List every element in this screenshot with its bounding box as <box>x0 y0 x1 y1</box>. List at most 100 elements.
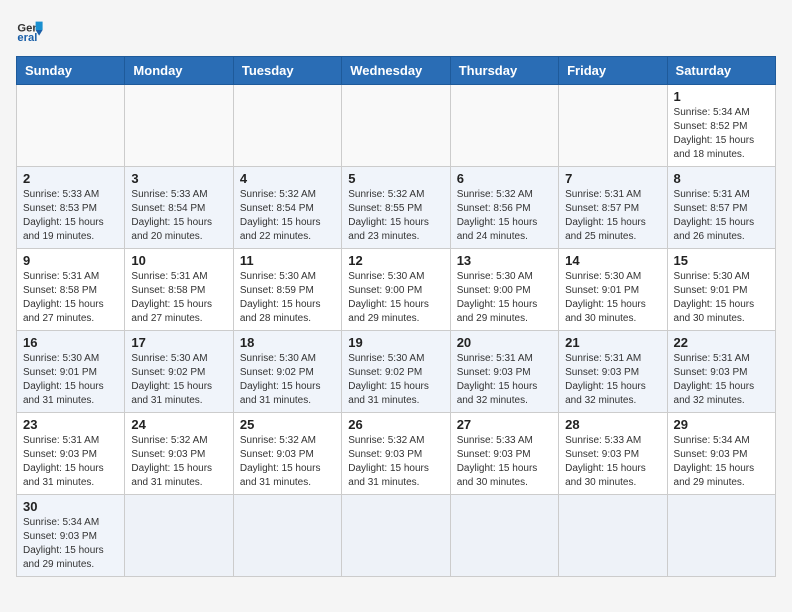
calendar-cell <box>233 495 341 577</box>
day-info: Sunrise: 5:30 AM Sunset: 9:01 PM Dayligh… <box>565 270 660 326</box>
day-info: Sunrise: 5:32 AM Sunset: 9:03 PM Dayligh… <box>131 434 226 490</box>
calendar-cell: 1 Sunrise: 5:34 AM Sunset: 8:52 PM Daylig… <box>667 85 775 167</box>
day-header-friday: Friday <box>559 57 667 85</box>
logo: Gen eral <box>16 16 48 44</box>
calendar-week-2: 2Sunrise: 5:33 AM Sunset: 8:53 PM Daylig… <box>17 167 776 249</box>
day-info: Sunrise: 5:32 AM Sunset: 8:56 PM Dayligh… <box>457 188 552 244</box>
svg-text:eral: eral <box>17 32 37 44</box>
day-number: 16 <box>23 335 118 350</box>
day-number: 5 <box>348 171 443 186</box>
day-info: Sunrise: 5:31 AM Sunset: 8:57 PM Dayligh… <box>565 188 660 244</box>
calendar-cell: 20 Sunrise: 5:31 AM Sunset: 9:03 PM Dayli… <box>450 331 558 413</box>
day-number: 27 <box>457 417 552 432</box>
calendar: SundayMondayTuesdayWednesdayThursdayFrid… <box>16 56 776 577</box>
calendar-cell: 7 Sunrise: 5:31 AM Sunset: 8:57 PM Daylig… <box>559 167 667 249</box>
calendar-cell <box>450 495 558 577</box>
calendar-cell: 21 Sunrise: 5:31 AM Sunset: 9:03 PM Dayli… <box>559 331 667 413</box>
day-info: Sunrise: 5:32 AM Sunset: 8:54 PM Dayligh… <box>240 188 335 244</box>
calendar-header-row: SundayMondayTuesdayWednesdayThursdayFrid… <box>17 57 776 85</box>
calendar-cell: 11 Sunrise: 5:30 AM Sunset: 8:59 PM Dayli… <box>233 249 341 331</box>
calendar-cell: 6 Sunrise: 5:32 AM Sunset: 8:56 PM Daylig… <box>450 167 558 249</box>
day-number: 30 <box>23 499 118 514</box>
day-number: 19 <box>348 335 443 350</box>
calendar-cell: 8 Sunrise: 5:31 AM Sunset: 8:57 PM Daylig… <box>667 167 775 249</box>
calendar-cell: 13 Sunrise: 5:30 AM Sunset: 9:00 PM Dayli… <box>450 249 558 331</box>
day-number: 21 <box>565 335 660 350</box>
day-number: 4 <box>240 171 335 186</box>
day-info: Sunrise: 5:31 AM Sunset: 9:03 PM Dayligh… <box>457 352 552 408</box>
day-info: Sunrise: 5:30 AM Sunset: 9:02 PM Dayligh… <box>240 352 335 408</box>
day-info: Sunrise: 5:31 AM Sunset: 8:58 PM Dayligh… <box>23 270 118 326</box>
day-info: Sunrise: 5:30 AM Sunset: 8:59 PM Dayligh… <box>240 270 335 326</box>
calendar-cell: 24 Sunrise: 5:32 AM Sunset: 9:03 PM Dayli… <box>125 413 233 495</box>
calendar-cell: 3Sunrise: 5:33 AM Sunset: 8:54 PM Daylig… <box>125 167 233 249</box>
calendar-cell <box>17 85 125 167</box>
day-number: 14 <box>565 253 660 268</box>
calendar-cell: 15 Sunrise: 5:30 AM Sunset: 9:01 PM Dayli… <box>667 249 775 331</box>
calendar-week-4: 16 Sunrise: 5:30 AM Sunset: 9:01 PM Dayli… <box>17 331 776 413</box>
day-info: Sunrise: 5:32 AM Sunset: 9:03 PM Dayligh… <box>348 434 443 490</box>
calendar-cell: 23 Sunrise: 5:31 AM Sunset: 9:03 PM Dayli… <box>17 413 125 495</box>
calendar-cell: 4 Sunrise: 5:32 AM Sunset: 8:54 PM Daylig… <box>233 167 341 249</box>
day-number: 24 <box>131 417 226 432</box>
header: Gen eral <box>16 16 776 44</box>
calendar-cell: 12Sunrise: 5:30 AM Sunset: 9:00 PM Dayli… <box>342 249 450 331</box>
day-info: Sunrise: 5:30 AM Sunset: 9:02 PM Dayligh… <box>131 352 226 408</box>
day-info: Sunrise: 5:33 AM Sunset: 9:03 PM Dayligh… <box>457 434 552 490</box>
calendar-cell: 16 Sunrise: 5:30 AM Sunset: 9:01 PM Dayli… <box>17 331 125 413</box>
day-number: 15 <box>674 253 769 268</box>
day-info: Sunrise: 5:31 AM Sunset: 8:58 PM Dayligh… <box>131 270 226 326</box>
calendar-cell: 17Sunrise: 5:30 AM Sunset: 9:02 PM Dayli… <box>125 331 233 413</box>
day-number: 1 <box>674 89 769 104</box>
calendar-cell <box>342 495 450 577</box>
calendar-cell <box>125 85 233 167</box>
day-info: Sunrise: 5:33 AM Sunset: 8:53 PM Dayligh… <box>23 188 118 244</box>
calendar-cell <box>233 85 341 167</box>
calendar-cell: 2Sunrise: 5:33 AM Sunset: 8:53 PM Daylig… <box>17 167 125 249</box>
calendar-cell <box>559 85 667 167</box>
calendar-cell <box>125 495 233 577</box>
calendar-cell: 28 Sunrise: 5:33 AM Sunset: 9:03 PM Dayli… <box>559 413 667 495</box>
day-info: Sunrise: 5:34 AM Sunset: 8:52 PM Dayligh… <box>674 106 769 162</box>
calendar-week-1: 1 Sunrise: 5:34 AM Sunset: 8:52 PM Daylig… <box>17 85 776 167</box>
calendar-cell <box>450 85 558 167</box>
day-info: Sunrise: 5:30 AM Sunset: 9:00 PM Dayligh… <box>457 270 552 326</box>
day-number: 13 <box>457 253 552 268</box>
calendar-week-3: 9Sunrise: 5:31 AM Sunset: 8:58 PM Daylig… <box>17 249 776 331</box>
calendar-cell: 27 Sunrise: 5:33 AM Sunset: 9:03 PM Dayli… <box>450 413 558 495</box>
day-number: 23 <box>23 417 118 432</box>
day-number: 20 <box>457 335 552 350</box>
day-info: Sunrise: 5:31 AM Sunset: 8:57 PM Dayligh… <box>674 188 769 244</box>
day-number: 29 <box>674 417 769 432</box>
calendar-cell: 14 Sunrise: 5:30 AM Sunset: 9:01 PM Dayli… <box>559 249 667 331</box>
calendar-cell <box>559 495 667 577</box>
calendar-cell: 29Sunrise: 5:34 AM Sunset: 9:03 PM Dayli… <box>667 413 775 495</box>
day-number: 6 <box>457 171 552 186</box>
day-number: 7 <box>565 171 660 186</box>
day-number: 8 <box>674 171 769 186</box>
day-info: Sunrise: 5:30 AM Sunset: 9:01 PM Dayligh… <box>674 270 769 326</box>
calendar-cell: 22Sunrise: 5:31 AM Sunset: 9:03 PM Dayli… <box>667 331 775 413</box>
day-header-saturday: Saturday <box>667 57 775 85</box>
day-info: Sunrise: 5:30 AM Sunset: 9:01 PM Dayligh… <box>23 352 118 408</box>
day-info: Sunrise: 5:34 AM Sunset: 9:03 PM Dayligh… <box>23 516 118 572</box>
day-number: 3 <box>131 171 226 186</box>
day-number: 28 <box>565 417 660 432</box>
day-number: 25 <box>240 417 335 432</box>
calendar-cell: 26Sunrise: 5:32 AM Sunset: 9:03 PM Dayli… <box>342 413 450 495</box>
day-header-wednesday: Wednesday <box>342 57 450 85</box>
day-header-thursday: Thursday <box>450 57 558 85</box>
calendar-cell: 5 Sunrise: 5:32 AM Sunset: 8:55 PM Daylig… <box>342 167 450 249</box>
day-info: Sunrise: 5:33 AM Sunset: 9:03 PM Dayligh… <box>565 434 660 490</box>
calendar-cell: 18Sunrise: 5:30 AM Sunset: 9:02 PM Dayli… <box>233 331 341 413</box>
day-info: Sunrise: 5:31 AM Sunset: 9:03 PM Dayligh… <box>23 434 118 490</box>
day-info: Sunrise: 5:32 AM Sunset: 8:55 PM Dayligh… <box>348 188 443 244</box>
calendar-cell: 10 Sunrise: 5:31 AM Sunset: 8:58 PM Dayli… <box>125 249 233 331</box>
calendar-cell: 30 Sunrise: 5:34 AM Sunset: 9:03 PM Dayli… <box>17 495 125 577</box>
calendar-week-6: 30 Sunrise: 5:34 AM Sunset: 9:03 PM Dayli… <box>17 495 776 577</box>
day-info: Sunrise: 5:31 AM Sunset: 9:03 PM Dayligh… <box>565 352 660 408</box>
day-number: 10 <box>131 253 226 268</box>
day-number: 11 <box>240 253 335 268</box>
day-info: Sunrise: 5:32 AM Sunset: 9:03 PM Dayligh… <box>240 434 335 490</box>
calendar-cell <box>342 85 450 167</box>
